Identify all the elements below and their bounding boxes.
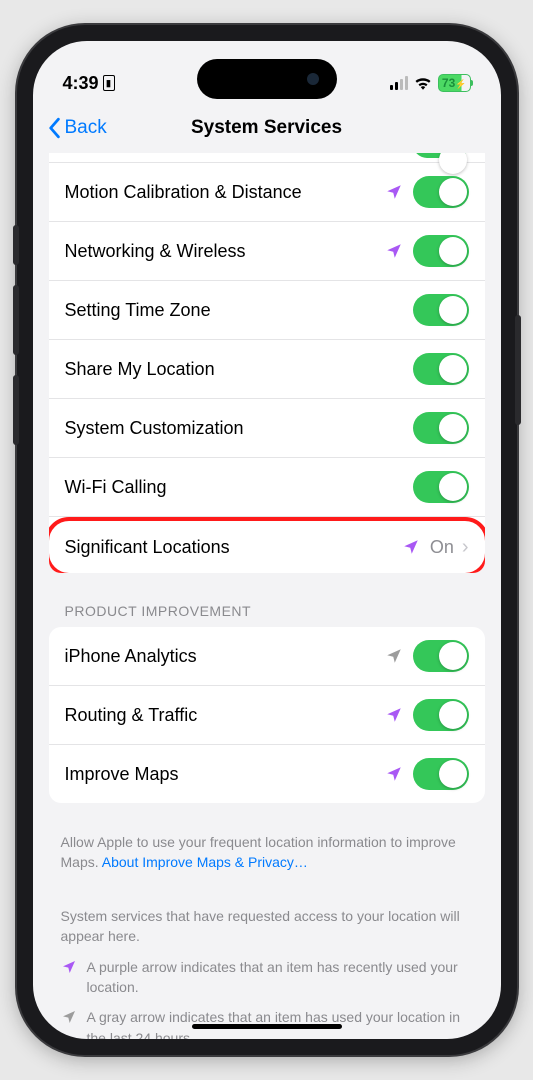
row-label: Motion Calibration & Distance (65, 182, 385, 203)
status-time: 4:39 (63, 73, 99, 94)
toggle-switch[interactable] (413, 471, 469, 503)
location-arrow-icon (385, 765, 403, 783)
toggle-switch[interactable] (413, 353, 469, 385)
toggle-switch[interactable] (413, 412, 469, 444)
info-row-purple: A purple arrow indicates that an item ha… (61, 957, 473, 998)
location-arrow-icon (61, 1009, 77, 1025)
row-value: On (430, 537, 454, 558)
toggle-peek (413, 153, 469, 158)
silent-switch (13, 225, 19, 265)
section-header-product-improvement: PRODUCT IMPROVEMENT (33, 603, 501, 627)
power-button (515, 315, 521, 425)
battery-indicator: 73⚡ (438, 74, 471, 92)
location-arrow-icon (385, 242, 403, 260)
page-title: System Services (191, 117, 342, 139)
row-routing-traffic[interactable]: Routing & Traffic (49, 686, 485, 745)
cell-signal-icon (390, 76, 408, 90)
row-significant-locations[interactable]: Significant Locations On › (49, 521, 485, 573)
row-label: Networking & Wireless (65, 241, 385, 262)
highlight-significant-locations: Significant Locations On › (49, 517, 485, 573)
toggle-switch[interactable] (413, 640, 469, 672)
phone-frame: 4:39 ▮ 73⚡ Back System Services (17, 25, 517, 1055)
settings-group-product-improvement: iPhone Analytics Routing & Traffic Impro… (49, 627, 485, 803)
location-arrow-icon (402, 538, 420, 556)
location-arrow-icon (385, 706, 403, 724)
row-label: System Customization (65, 418, 413, 439)
row-iphone-analytics[interactable]: iPhone Analytics (49, 627, 485, 686)
info-intro: System services that have requested acce… (61, 906, 473, 947)
chevron-right-icon: › (462, 536, 469, 559)
back-button[interactable]: Back (47, 117, 107, 139)
row-label: Wi-Fi Calling (65, 477, 413, 498)
location-arrow-icon (385, 647, 403, 665)
toggle-switch[interactable] (413, 758, 469, 790)
row-share-my-location[interactable]: Share My Location (49, 340, 485, 399)
home-indicator[interactable] (192, 1024, 342, 1029)
volume-down (13, 375, 19, 445)
toggle-switch[interactable] (413, 699, 469, 731)
row-motion-calibration[interactable]: Motion Calibration & Distance (49, 163, 485, 222)
row-setting-time-zone[interactable]: Setting Time Zone (49, 281, 485, 340)
dynamic-island (197, 59, 337, 99)
toggle-switch[interactable] (413, 294, 469, 326)
location-arrow-icon (385, 183, 403, 201)
location-arrow-icon (61, 959, 77, 975)
toggle-switch[interactable] (413, 176, 469, 208)
row-label: Share My Location (65, 359, 413, 380)
row-peek (49, 153, 485, 163)
chevron-left-icon (47, 117, 61, 139)
row-label: Routing & Traffic (65, 705, 385, 726)
info-block: System services that have requested acce… (33, 896, 501, 1039)
link-improve-maps-privacy[interactable]: About Improve Maps & Privacy… (102, 854, 308, 870)
row-wifi-calling[interactable]: Wi-Fi Calling (49, 458, 485, 517)
content-scroll[interactable]: Motion Calibration & Distance Networking… (33, 153, 501, 1039)
toggle-switch[interactable] (413, 235, 469, 267)
id-card-icon: ▮ (103, 75, 115, 91)
nav-bar: Back System Services (33, 103, 501, 153)
row-label: Setting Time Zone (65, 300, 413, 321)
row-system-customization[interactable]: System Customization (49, 399, 485, 458)
back-label: Back (65, 117, 107, 139)
volume-up (13, 285, 19, 355)
wifi-icon (414, 76, 432, 90)
row-label: iPhone Analytics (65, 646, 385, 667)
row-label: Significant Locations (65, 537, 402, 558)
footer-improve-maps: Allow Apple to use your frequent locatio… (33, 833, 501, 896)
row-label: Improve Maps (65, 764, 385, 785)
row-networking-wireless[interactable]: Networking & Wireless (49, 222, 485, 281)
row-improve-maps[interactable]: Improve Maps (49, 745, 485, 803)
settings-group-services: Motion Calibration & Distance Networking… (49, 163, 485, 573)
screen: 4:39 ▮ 73⚡ Back System Services (33, 41, 501, 1039)
info-text: A purple arrow indicates that an item ha… (87, 957, 473, 998)
